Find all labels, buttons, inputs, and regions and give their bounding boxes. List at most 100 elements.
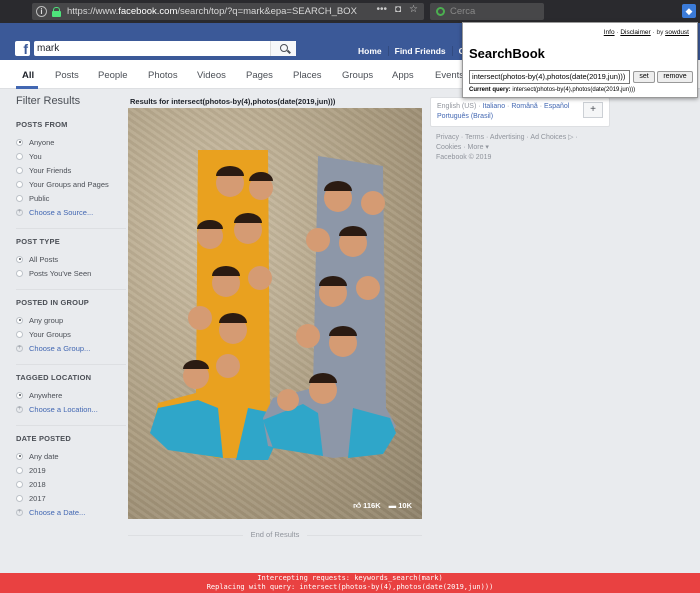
comments-count[interactable]: ▬ 10K [389,501,412,511]
divider [16,228,126,229]
choose-location-link[interactable]: + Choose a Location... [16,402,126,416]
searchbook-extension-icon[interactable]: ◆ [682,4,696,18]
info-icon[interactable]: i [36,6,47,17]
divider [16,425,126,426]
plus-icon: + [16,508,23,516]
choose-date-link[interactable]: + Choose a Date... [16,505,126,519]
tab-events[interactable]: Events [435,70,464,81]
radio-selected[interactable] [16,391,23,399]
radio[interactable] [16,194,23,202]
tab-apps[interactable]: Apps [392,70,414,81]
divider [16,364,126,365]
popup-title: SearchBook [469,46,545,61]
bookmark-star-icon[interactable]: ☆ [409,4,418,15]
orange-sock-heel [150,400,223,458]
radio[interactable] [16,494,23,502]
tab-photos[interactable]: Photos [148,70,178,81]
tab-people[interactable]: People [98,70,128,81]
filter-option[interactable]: Anywhere [16,388,126,402]
radio[interactable] [16,466,23,474]
filter-option[interactable]: 2017 [16,491,126,505]
filter-option[interactable]: Public [16,191,126,205]
radio[interactable] [16,180,23,188]
nav-find-friends[interactable]: Find Friends [387,46,452,56]
filter-section-post-type: POST TYPE All Posts Posts You've Seen [16,237,126,280]
url-bar[interactable]: i https://www.facebook.com/search/top/?q… [32,3,424,20]
remove-button[interactable]: remove [657,71,693,83]
radio-selected[interactable] [16,138,23,146]
radio-selected[interactable] [16,255,23,263]
pocket-icon[interactable]: ◘ [395,4,401,15]
browser-search-box[interactable]: Cerca [430,3,544,20]
disclaimer-link[interactable]: Disclaimer [620,29,650,36]
filter-option[interactable]: 2018 [16,477,126,491]
info-link[interactable]: Info [604,29,615,36]
searchbook-popup: Info · Disclaimer · by sowdust SearchBoo… [462,22,698,98]
tab-groups[interactable]: Groups [342,70,373,81]
filter-option[interactable]: Your Friends [16,163,126,177]
footer-links: Privacy · Terms · Advertising · Ad Choic… [436,133,606,163]
option-label: 2017 [29,493,46,503]
lang-italiano[interactable]: Italiano [483,103,506,110]
section-title: POST TYPE [16,237,60,246]
page-actions-icon[interactable]: ••• [376,4,387,15]
tab-all[interactable]: All [22,70,34,81]
option-label: Posts You've Seen [29,268,92,278]
popup-links: Info · Disclaimer · by sowdust [603,29,689,36]
filter-option[interactable]: Posts You've Seen [16,266,126,280]
option-label: Anyone [29,137,55,147]
radio-selected[interactable] [16,452,23,460]
result-photo[interactable]: 👍︎ 116K ▬ 10K [128,108,422,519]
query-input[interactable]: intersect(photos-by(4),photos(date(2019,… [469,70,630,84]
filter-option[interactable]: All Posts [16,252,126,266]
radio-selected[interactable] [16,316,23,324]
current-language: English (US) · [437,103,483,110]
browser-search-placeholder: Cerca [450,6,476,17]
filter-option[interactable]: Anyone [16,135,126,149]
option-label: Anywhere [29,390,63,400]
section-title: DATE POSTED [16,434,71,443]
radio[interactable] [16,166,23,174]
set-button[interactable]: set [633,71,655,83]
link-label: Choose a Date... [29,507,86,517]
tab-videos[interactable]: Videos [197,70,226,81]
section-title: POSTED IN GROUP [16,298,90,307]
footer-line-1[interactable]: Privacy · Terms · Advertising · Ad Choic… [436,133,606,143]
link-label: Choose a Location... [29,404,98,414]
choose-source-link[interactable]: + Choose a Source... [16,205,126,219]
photo-stats: 👍︎ 116K ▬ 10K [353,501,412,511]
filter-sidebar: Filter Results POSTS FROM Anyone You You… [16,95,126,528]
fb-search-input[interactable]: mark [34,41,296,56]
filter-option[interactable]: Your Groups and Pages [16,177,126,191]
more-languages-button[interactable]: + [583,102,603,118]
facebook-logo-icon[interactable]: f [15,41,30,56]
radio[interactable] [16,330,23,338]
author-link[interactable]: sowdust [665,29,689,36]
radio[interactable] [16,269,23,277]
likes-count[interactable]: 👍︎ 116K [353,501,380,511]
nav-home[interactable]: Home [352,46,388,56]
plus-icon: + [16,405,23,413]
tab-posts[interactable]: Posts [55,70,79,81]
lock-icon[interactable] [52,6,61,17]
active-tab-indicator [16,86,38,89]
tab-pages[interactable]: Pages [246,70,273,81]
filter-option[interactable]: 2019 [16,463,126,477]
fb-search-button[interactable] [270,41,296,56]
lang-romana[interactable]: Română [511,103,537,110]
url-text[interactable]: https://www.facebook.com/search/top/?q=m… [67,6,357,17]
lang-portugues[interactable]: Português (Brasil) [437,113,493,120]
tab-places[interactable]: Places [293,70,322,81]
radio[interactable] [16,152,23,160]
footer-line-2[interactable]: Cookies · More ▾ [436,143,606,153]
filter-option[interactable]: Your Groups [16,327,126,341]
end-of-results: End of Results [128,530,422,539]
filter-option[interactable]: Any group [16,313,126,327]
radio[interactable] [16,480,23,488]
filter-option[interactable]: You [16,149,126,163]
lang-espanol[interactable]: Español [544,103,569,110]
filter-option[interactable]: Any date [16,449,126,463]
divider [16,289,126,290]
browser-toolbar: i https://www.facebook.com/search/top/?q… [0,0,700,23]
choose-group-link[interactable]: + Choose a Group... [16,341,126,355]
